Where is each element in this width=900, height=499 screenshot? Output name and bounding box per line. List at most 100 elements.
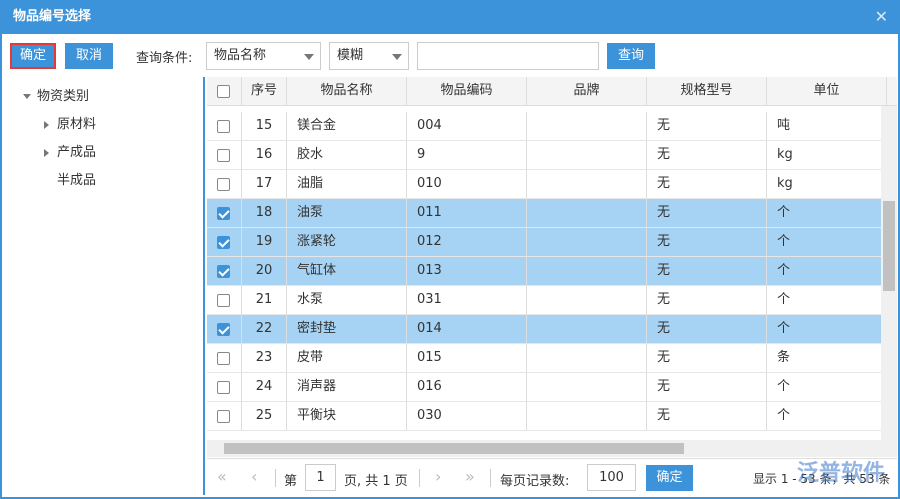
row-checkbox[interactable] bbox=[217, 207, 230, 220]
page-confirm-button[interactable]: 确定 bbox=[646, 465, 693, 491]
next-page-icon[interactable]: › bbox=[435, 467, 441, 486]
divider bbox=[419, 469, 420, 487]
scroll-thumb[interactable] bbox=[883, 201, 895, 291]
row-checkbox[interactable] bbox=[217, 236, 230, 249]
checkbox-cell bbox=[207, 257, 242, 285]
table-row[interactable]: 18 油泵 011 无个 bbox=[207, 199, 887, 228]
col-header[interactable]: 序号 bbox=[242, 77, 287, 105]
row-checkbox[interactable] bbox=[217, 294, 230, 307]
row-checkbox[interactable] bbox=[217, 323, 230, 336]
collapsed-icon bbox=[44, 148, 49, 157]
checkbox-cell bbox=[207, 402, 242, 430]
cell-unit: 个 bbox=[767, 373, 887, 401]
checkbox-cell bbox=[207, 199, 242, 227]
table-row[interactable]: 15 镁合金 004 无吨 bbox=[207, 112, 887, 141]
table-row[interactable]: 22 密封垫 014 无个 bbox=[207, 315, 887, 344]
cancel-button[interactable]: 取消 bbox=[65, 43, 113, 69]
tree-item-raw[interactable]: 原材料 bbox=[44, 113, 96, 132]
prev-page-icon[interactable]: ‹ bbox=[251, 467, 257, 486]
col-header[interactable]: 物品编码 bbox=[407, 77, 527, 105]
cell-no: 16 bbox=[242, 141, 287, 169]
select-all-checkbox[interactable] bbox=[217, 85, 230, 98]
cell-no: 23 bbox=[242, 344, 287, 372]
match-select[interactable]: 模糊 bbox=[329, 42, 409, 70]
cell-unit: kg bbox=[767, 141, 887, 169]
row-checkbox[interactable] bbox=[217, 178, 230, 191]
checkbox-cell bbox=[207, 286, 242, 314]
tree-item-semi[interactable]: 半成品 bbox=[57, 169, 96, 188]
vertical-scrollbar[interactable] bbox=[881, 106, 897, 443]
field-select-value: 物品名称 bbox=[214, 48, 267, 63]
cell-no: 18 bbox=[242, 199, 287, 227]
checkbox-cell bbox=[207, 315, 242, 343]
cell-brand bbox=[527, 141, 647, 169]
tree-root[interactable]: 物资类别 bbox=[23, 85, 89, 104]
col-header[interactable]: 物品名称 bbox=[287, 77, 407, 105]
cell-unit: 个 bbox=[767, 402, 887, 430]
divider bbox=[275, 469, 276, 487]
table-row[interactable]: 21 水泵 031 无个 bbox=[207, 286, 887, 315]
cell-unit: 个 bbox=[767, 257, 887, 285]
grid-header: 序号 物品名称 物品编码 品牌 规格型号 单位 bbox=[207, 77, 897, 106]
cell-spec: 无 bbox=[647, 141, 767, 169]
cell-spec: 无 bbox=[647, 402, 767, 430]
col-header[interactable]: 单位 bbox=[767, 77, 887, 105]
search-input[interactable] bbox=[417, 42, 599, 70]
search-button[interactable]: 查询 bbox=[607, 43, 655, 69]
category-tree: 物资类别 原材料 产成品 半成品 bbox=[5, 77, 205, 495]
page-input[interactable]: 1 bbox=[305, 464, 336, 491]
page-size-input[interactable]: 100 bbox=[587, 464, 636, 491]
close-icon[interactable]: ✕ bbox=[875, 0, 888, 34]
cell-unit: kg bbox=[767, 170, 887, 198]
cell-brand bbox=[527, 257, 647, 285]
cell-code: 013 bbox=[407, 257, 527, 285]
table-row[interactable]: 20 气缸体 013 无个 bbox=[207, 257, 887, 286]
col-header[interactable]: 规格型号 bbox=[647, 77, 767, 105]
scroll-thumb[interactable] bbox=[224, 443, 684, 454]
table-row[interactable]: 25 平衡块 030 无个 bbox=[207, 402, 887, 431]
table-row[interactable]: 16 胶水 9 无 kg bbox=[207, 141, 887, 170]
chevron-down-icon bbox=[304, 54, 314, 60]
row-checkbox[interactable] bbox=[217, 149, 230, 162]
cell-brand bbox=[527, 170, 647, 198]
table-row[interactable]: 24 消声器 016 无个 bbox=[207, 373, 887, 402]
horizontal-scrollbar[interactable] bbox=[207, 440, 897, 457]
checkbox-cell bbox=[207, 112, 242, 140]
cell-brand bbox=[527, 228, 647, 256]
table-row[interactable]: 17 油脂 010 无 kg bbox=[207, 170, 887, 199]
cell-unit: 个 bbox=[767, 286, 887, 314]
cell-name: 水泵 bbox=[287, 286, 407, 314]
dialog-title: 物品编号选择 bbox=[13, 9, 92, 24]
cell-name: 消声器 bbox=[287, 373, 407, 401]
table-row[interactable]: 19 涨紧轮 012 无个 bbox=[207, 228, 887, 257]
row-checkbox[interactable] bbox=[217, 381, 230, 394]
cell-name: 密封垫 bbox=[287, 315, 407, 343]
row-checkbox[interactable] bbox=[217, 410, 230, 423]
cell-spec: 无 bbox=[647, 170, 767, 198]
row-checkbox[interactable] bbox=[217, 120, 230, 133]
dialog-title-bar: 物品编号选择 ✕ bbox=[0, 0, 900, 34]
cell-name: 油脂 bbox=[287, 170, 407, 198]
cell-spec: 无 bbox=[647, 199, 767, 227]
col-header[interactable]: 品牌 bbox=[527, 77, 647, 105]
checkbox-cell bbox=[207, 141, 242, 169]
table-row[interactable]: 23 皮带 015 无条 bbox=[207, 344, 887, 373]
cell-unit: 个 bbox=[767, 228, 887, 256]
watermark-logo: 泛普软件 bbox=[797, 461, 886, 486]
row-checkbox[interactable] bbox=[217, 352, 230, 365]
cell-unit: 条 bbox=[767, 344, 887, 372]
last-page-icon[interactable]: » bbox=[465, 467, 475, 486]
cell-brand bbox=[527, 112, 647, 140]
checkbox-cell bbox=[207, 344, 242, 372]
cell-code: 011 bbox=[407, 199, 527, 227]
row-checkbox[interactable] bbox=[217, 265, 230, 278]
confirm-button[interactable]: 确定 bbox=[10, 43, 56, 69]
select-all-cell bbox=[207, 77, 242, 105]
cell-code: 9 bbox=[407, 141, 527, 169]
first-page-icon[interactable]: « bbox=[217, 467, 227, 486]
cell-brand bbox=[527, 286, 647, 314]
cell-code: 014 bbox=[407, 315, 527, 343]
cell-no: 24 bbox=[242, 373, 287, 401]
tree-item-finished[interactable]: 产成品 bbox=[44, 141, 96, 160]
field-select[interactable]: 物品名称 bbox=[206, 42, 321, 70]
